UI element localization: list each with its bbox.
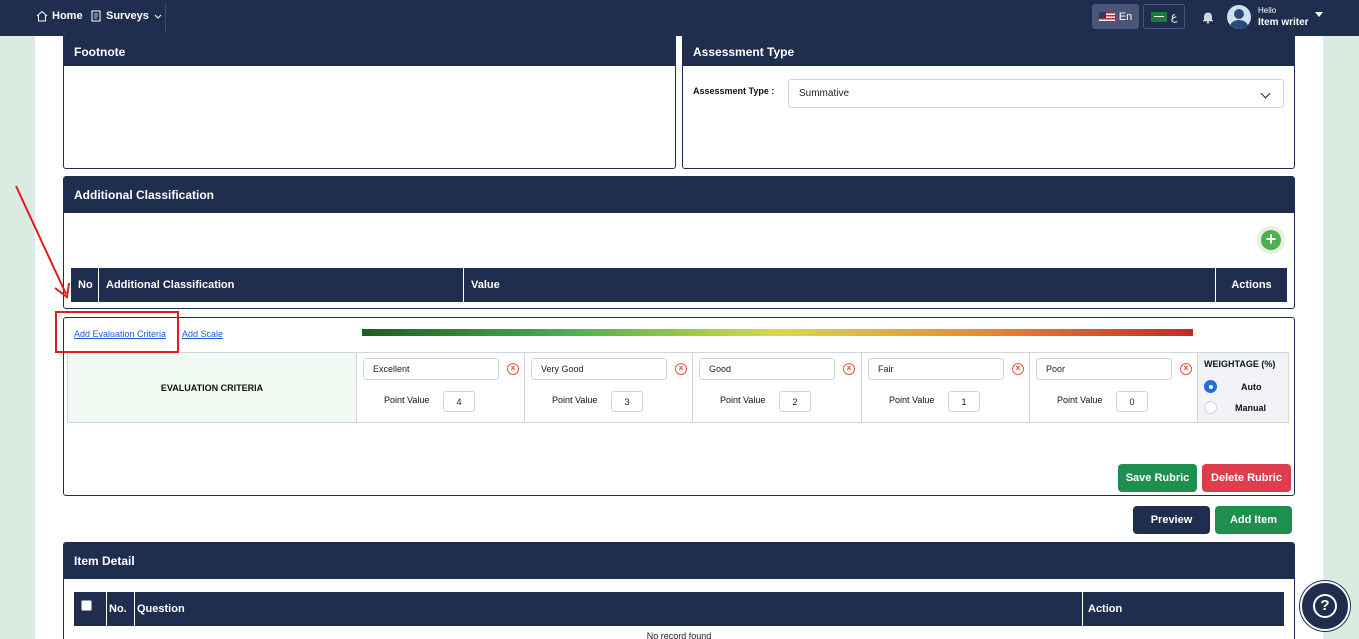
item-detail-panel: Item Detail No. Question Action No recor… (63, 542, 1295, 639)
us-flag-icon (1098, 11, 1115, 22)
user-role: Item writer (1258, 17, 1309, 28)
col-value: Value (464, 268, 1216, 302)
delete-rubric-button[interactable]: Delete Rubric (1202, 464, 1291, 492)
main-content: Footnote Assessment Type Assessment Type… (34, 32, 1324, 639)
point-value-label: Point Value (384, 395, 430, 405)
remove-circle-icon[interactable]: × (1012, 363, 1024, 375)
weightage-auto-label: Auto (1241, 382, 1262, 392)
chevron-down-icon (1260, 88, 1271, 99)
remove-circle-icon[interactable]: × (1180, 363, 1192, 375)
assessment-type-title: Assessment Type (683, 33, 1294, 66)
point-value-input[interactable]: 4 (443, 391, 475, 412)
item-table-header: No. Question Action (74, 592, 1284, 626)
point-value-label: Point Value (720, 395, 766, 405)
assessment-type-panel: Assessment Type Assessment Type : Summat… (682, 32, 1295, 169)
question-icon: ? (1313, 594, 1337, 618)
lang-ar-button[interactable]: ع (1143, 4, 1185, 29)
scale-gradient-bar (362, 329, 1193, 336)
evaluation-criteria-label: EVALUATION CRITERIA (68, 353, 357, 422)
lang-en-label: En (1118, 10, 1133, 23)
point-value-label: Point Value (889, 395, 935, 405)
additional-classification-panel: Additional Classification + No Additiona… (63, 176, 1295, 309)
rubric-panel: Add Evaluation Criteria Add Scale EVALUA… (63, 317, 1295, 496)
rubric-level: Very Good × Point Value 3 (525, 353, 693, 422)
point-value-input[interactable]: 2 (779, 391, 811, 412)
classification-table-header: No Additional Classification Value Actio… (71, 268, 1287, 302)
level-name-input[interactable]: Poor (1036, 358, 1172, 380)
user-menu-caret-icon[interactable] (1315, 12, 1323, 17)
top-navbar: Home Surveys En ع Hello Item writer (0, 0, 1359, 36)
select-all-checkbox[interactable] (81, 600, 92, 611)
lang-en-button[interactable]: En (1092, 4, 1139, 29)
add-item-button[interactable]: Add Item (1215, 506, 1292, 534)
weightage-manual-radio[interactable] (1204, 401, 1217, 414)
weightage-title: WEIGHTAGE (%) (1204, 359, 1276, 369)
col-action: Action (1088, 603, 1123, 615)
user-greeting: Hello (1258, 6, 1277, 15)
saudi-flag-icon (1150, 11, 1167, 22)
level-name-input[interactable]: Good (699, 358, 835, 380)
assessment-type-value: Summative (799, 88, 850, 99)
point-value-input[interactable]: 0 (1116, 391, 1148, 412)
weightage-manual-label: Manual (1235, 403, 1267, 413)
add-classification-button[interactable]: + (1257, 226, 1285, 254)
rubric-grid: EVALUATION CRITERIA Excellent × Point Va… (67, 352, 1289, 423)
bell-icon[interactable] (1201, 10, 1215, 24)
point-value-label: Point Value (1057, 395, 1103, 405)
col-select (74, 592, 107, 626)
level-name-input[interactable]: Excellent (363, 358, 499, 380)
plus-icon: + (1261, 230, 1281, 250)
point-value-input[interactable]: 3 (611, 391, 643, 412)
col-item-no: No. (107, 592, 135, 626)
weightage-auto-radio[interactable] (1204, 380, 1217, 393)
lang-ar-label: ع (1170, 11, 1178, 23)
col-question: Question (135, 592, 1083, 626)
annotation-arrow-icon (15, 185, 70, 299)
level-name-input[interactable]: Fair (868, 358, 1004, 380)
empty-state-text: No record found (646, 631, 712, 639)
level-name-input[interactable]: Very Good (531, 358, 667, 380)
save-rubric-button[interactable]: Save Rubric (1118, 464, 1197, 492)
rubric-level: Poor × Point Value 0 (1030, 353, 1198, 422)
assessment-type-label: Assessment Type : (693, 86, 775, 96)
point-value-label: Point Value (552, 395, 598, 405)
rubric-level: Excellent × Point Value 4 (357, 353, 525, 422)
col-actions: Actions (1231, 279, 1272, 291)
remove-circle-icon[interactable]: × (675, 363, 687, 375)
rubric-level: Fair × Point Value 1 (862, 353, 1030, 422)
point-value-input[interactable]: 1 (948, 391, 980, 412)
remove-circle-icon[interactable]: × (507, 363, 519, 375)
annotation-highlight-box (55, 311, 179, 353)
rubric-level: Good × Point Value 2 (693, 353, 862, 422)
weightage-cell: WEIGHTAGE (%) Auto Manual (1198, 353, 1288, 422)
remove-circle-icon[interactable]: × (843, 363, 855, 375)
preview-button[interactable]: Preview (1133, 506, 1210, 534)
avatar[interactable] (1227, 5, 1251, 29)
item-detail-title: Item Detail (64, 543, 1294, 579)
assessment-type-select[interactable]: Summative (788, 79, 1284, 108)
additional-classification-title: Additional Classification (64, 177, 1294, 213)
help-button[interactable]: ? (1300, 581, 1350, 631)
